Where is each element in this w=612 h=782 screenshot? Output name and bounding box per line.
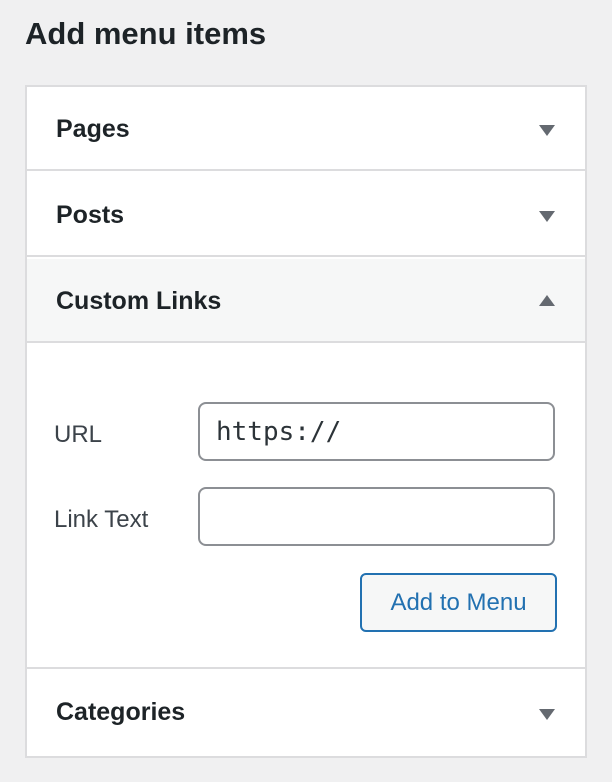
section-pages-header[interactable]: Pages: [27, 87, 585, 171]
triangle-down-icon: [539, 125, 555, 136]
section-posts-header[interactable]: Posts: [27, 173, 585, 257]
section-custom-links-title: Custom Links: [56, 287, 222, 315]
section-categories-title: Categories: [56, 698, 186, 726]
section-custom-links-header[interactable]: Custom Links: [27, 259, 585, 343]
section-posts-title: Posts: [56, 201, 125, 229]
triangle-down-icon: [539, 709, 555, 720]
section-categories-header[interactable]: Categories: [27, 669, 585, 756]
add-menu-items-panel: Pages Posts Custom Links URL Link Text A…: [25, 85, 587, 758]
link-text-label: Link Text: [54, 506, 149, 533]
custom-links-body: URL Link Text Add to Menu: [27, 345, 585, 669]
url-input[interactable]: [198, 402, 555, 461]
section-pages-title: Pages: [56, 115, 130, 143]
triangle-down-icon: [539, 211, 555, 222]
link-text-input[interactable]: [198, 487, 555, 546]
triangle-up-icon: [539, 295, 555, 306]
add-to-menu-button[interactable]: Add to Menu: [360, 573, 557, 632]
url-label: URL: [54, 421, 103, 448]
page-title: Add menu items: [25, 16, 267, 51]
